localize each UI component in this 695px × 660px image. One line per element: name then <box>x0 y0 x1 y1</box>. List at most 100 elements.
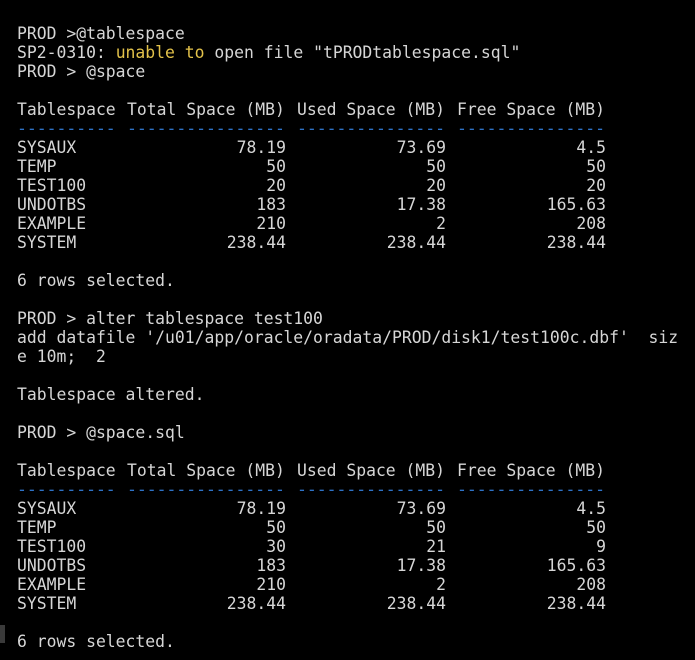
cell-total: 183 <box>256 556 286 575</box>
cell-free: 208 <box>576 575 606 594</box>
table-separator-row: ---------- ---------------- ------------… <box>17 119 695 138</box>
cell-tablespace: EXAMPLE <box>17 214 87 233</box>
error-message: open file "tPRODtablespace.sql" <box>214 43 521 62</box>
cell-used: 17.38 <box>396 195 446 214</box>
cell-total: 183 <box>256 195 286 214</box>
table-row: TEMP 50 50 50 <box>17 157 695 176</box>
table-row: SYSTEM 238.44 238.44 238.44 <box>17 594 695 613</box>
table-row: TEMP 50 50 50 <box>17 518 695 537</box>
column-header-tablespace: Tablespace <box>17 100 116 119</box>
cell-used: 238.44 <box>386 233 446 252</box>
table-header-row: Tablespace Total Space (MB) Used Space (… <box>17 461 695 480</box>
column-header-used: Used Space (MB) <box>297 461 446 480</box>
command-continuation-line: e 10m; 2 <box>17 347 106 366</box>
table-header-row: Tablespace Total Space (MB) Used Space (… <box>17 100 695 119</box>
separator-dashes: --------------- <box>457 119 606 138</box>
cell-tablespace: TEMP <box>17 157 57 176</box>
cell-total: 50 <box>266 518 286 537</box>
cell-tablespace: SYSTEM <box>17 594 77 613</box>
cell-free: 9 <box>596 537 606 556</box>
cell-total: 30 <box>266 537 286 556</box>
error-code: SP2-0310: <box>17 43 106 62</box>
cell-free: 20 <box>586 176 606 195</box>
add-datafile-line: add datafile '/u01/app/oracle/oradata/PR… <box>17 328 679 347</box>
column-header-tablespace: Tablespace <box>17 461 116 480</box>
cell-tablespace: TEMP <box>17 518 57 537</box>
column-header-free: Free Space (MB) <box>457 100 606 119</box>
table-row: UNDOTBS 183 17.38 165.63 <box>17 556 695 575</box>
cell-tablespace: TEST100 <box>17 176 87 195</box>
cell-free: 165.63 <box>546 195 606 214</box>
separator-dashes: ---------- <box>17 480 116 499</box>
column-header-free: Free Space (MB) <box>457 461 606 480</box>
cell-total: 210 <box>256 575 286 594</box>
cell-tablespace: UNDOTBS <box>17 195 87 214</box>
separator-dashes: --------------- <box>297 119 446 138</box>
cell-used: 2 <box>436 575 446 594</box>
cell-free: 238.44 <box>546 233 606 252</box>
column-header-total: Total Space (MB) <box>127 100 285 119</box>
alter-command-line: PROD > alter tablespace test100 <box>17 309 323 328</box>
separator-dashes: --------------- <box>297 480 446 499</box>
separator-dashes: ---------------- <box>127 480 285 499</box>
rows-selected-message: 6 rows selected. <box>17 271 175 290</box>
separator-dashes: ---------------- <box>127 119 285 138</box>
cell-free: 165.63 <box>546 556 606 575</box>
table-row: UNDOTBS 183 17.38 165.63 <box>17 195 695 214</box>
table-row: TEST100 20 20 20 <box>17 176 695 195</box>
table-row: SYSTEM 238.44 238.44 238.44 <box>17 233 695 252</box>
error-line: SP2-0310: unable to open file "tPRODtabl… <box>17 43 695 62</box>
cell-total: 78.19 <box>236 499 286 518</box>
cell-total: 78.19 <box>236 138 286 157</box>
cell-used: 50 <box>426 157 446 176</box>
altered-message: Tablespace altered. <box>17 385 205 404</box>
separator-dashes: ---------- <box>17 119 116 138</box>
table-row: SYSAUX 78.19 73.69 4.5 <box>17 138 695 157</box>
cell-total: 50 <box>266 157 286 176</box>
cell-total: 210 <box>256 214 286 233</box>
cell-free: 50 <box>586 518 606 537</box>
table-row: TEST100 30 21 9 <box>17 537 695 556</box>
column-header-total: Total Space (MB) <box>127 461 285 480</box>
cell-tablespace: SYSAUX <box>17 499 77 518</box>
cell-total: 20 <box>266 176 286 195</box>
prompt-line: PROD > @space.sql <box>17 423 185 442</box>
cell-tablespace: UNDOTBS <box>17 556 87 575</box>
cell-used: 2 <box>436 214 446 233</box>
rows-selected-message: 6 rows selected. <box>17 632 175 651</box>
scrollbar-marker[interactable] <box>0 625 5 643</box>
cell-used: 17.38 <box>396 556 446 575</box>
terminal-output[interactable]: PROD >@tablespace SP2-0310: unable to op… <box>17 24 695 651</box>
cell-total: 238.44 <box>226 594 286 613</box>
cell-total: 238.44 <box>226 233 286 252</box>
prompt-line: PROD >@tablespace <box>17 24 185 43</box>
cell-used: 21 <box>426 537 446 556</box>
cell-tablespace: EXAMPLE <box>17 575 87 594</box>
error-keyword-to: to <box>184 43 205 62</box>
cell-tablespace: SYSTEM <box>17 233 77 252</box>
cell-free: 4.5 <box>576 138 606 157</box>
cell-used: 20 <box>426 176 446 195</box>
cell-tablespace: SYSAUX <box>17 138 77 157</box>
cell-used: 238.44 <box>386 594 446 613</box>
column-header-used: Used Space (MB) <box>297 100 446 119</box>
table-row: EXAMPLE 210 2 208 <box>17 575 695 594</box>
cell-tablespace: TEST100 <box>17 537 87 556</box>
table-row: EXAMPLE 210 2 208 <box>17 214 695 233</box>
cell-free: 208 <box>576 214 606 233</box>
cell-free: 50 <box>586 157 606 176</box>
cell-used: 73.69 <box>396 138 446 157</box>
cell-used: 73.69 <box>396 499 446 518</box>
table-separator-row: ---------- ---------------- ------------… <box>17 480 695 499</box>
cell-free: 238.44 <box>546 594 606 613</box>
error-keyword-unable: unable <box>115 43 175 62</box>
cell-used: 50 <box>426 518 446 537</box>
table-row: SYSAUX 78.19 73.69 4.5 <box>17 499 695 518</box>
